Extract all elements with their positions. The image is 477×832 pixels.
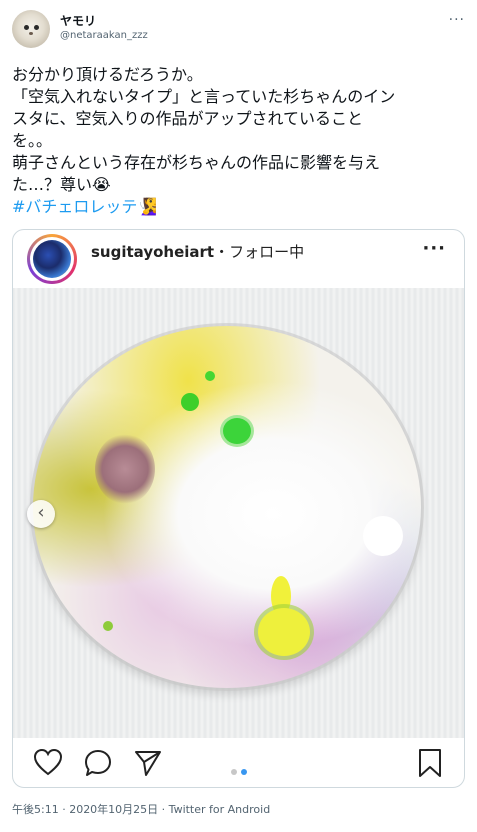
resin-art-disc xyxy=(33,326,421,688)
instagram-username[interactable]: sugitayoheiart xyxy=(91,243,214,261)
instagram-embed-header: sugitayoheiart・フォロー中 ··· xyxy=(13,230,464,288)
send-icon[interactable] xyxy=(133,748,163,778)
instagram-photo[interactable]: ‹ xyxy=(13,288,464,738)
more-options-icon[interactable]: ··· xyxy=(449,12,465,28)
carousel-dot-active xyxy=(241,769,247,775)
author-avatar[interactable] xyxy=(12,10,50,48)
carousel-dot xyxy=(231,769,237,775)
tweet-line: 萌子さんという存在が杉ちゃんの作品に影響を与え xyxy=(12,153,381,172)
instagram-user-line[interactable]: sugitayoheiart・フォロー中 xyxy=(91,241,304,262)
follow-status: ・フォロー中 xyxy=(214,243,305,261)
instagram-action-bar xyxy=(13,738,464,787)
hashtag-link[interactable]: #バチェロレッテ🧏‍♀️ xyxy=(12,196,462,218)
tweet-header: ヤモリ @netaraakan_zzz ··· xyxy=(12,10,465,52)
tweet-timestamp[interactable]: 午後5:11 · 2020年10月25日 · Twitter for Andro… xyxy=(12,801,270,817)
tweet-line: お分かり頂けるだろうか。 xyxy=(12,65,203,84)
comment-icon[interactable] xyxy=(83,748,113,778)
author-handle[interactable]: @netaraakan_zzz xyxy=(60,30,148,41)
author-name[interactable]: ヤモリ xyxy=(60,12,96,29)
instagram-avatar[interactable] xyxy=(27,234,77,284)
tweet-line: た…？尊い😭 xyxy=(12,175,111,194)
tweet-line: を。。 xyxy=(12,131,53,150)
carousel-prev-button[interactable]: ‹ xyxy=(27,500,55,528)
instagram-embed-card[interactable]: sugitayoheiart・フォロー中 ··· ‹ xyxy=(12,229,465,788)
instagram-more-icon[interactable]: ··· xyxy=(422,238,446,259)
tweet-line: スタに、空気入りの作品がアップされていること xyxy=(12,109,364,128)
bookmark-icon[interactable] xyxy=(417,748,443,778)
carousel-indicator xyxy=(231,760,251,779)
tweet-line: 「空気入れないタイプ」と言っていた杉ちゃんのイン xyxy=(12,87,396,106)
heart-icon[interactable] xyxy=(33,748,63,776)
tweet-text: お分かり頂けるだろうか。 「空気入れないタイプ」と言っていた杉ちゃんのイン スタ… xyxy=(12,64,462,218)
